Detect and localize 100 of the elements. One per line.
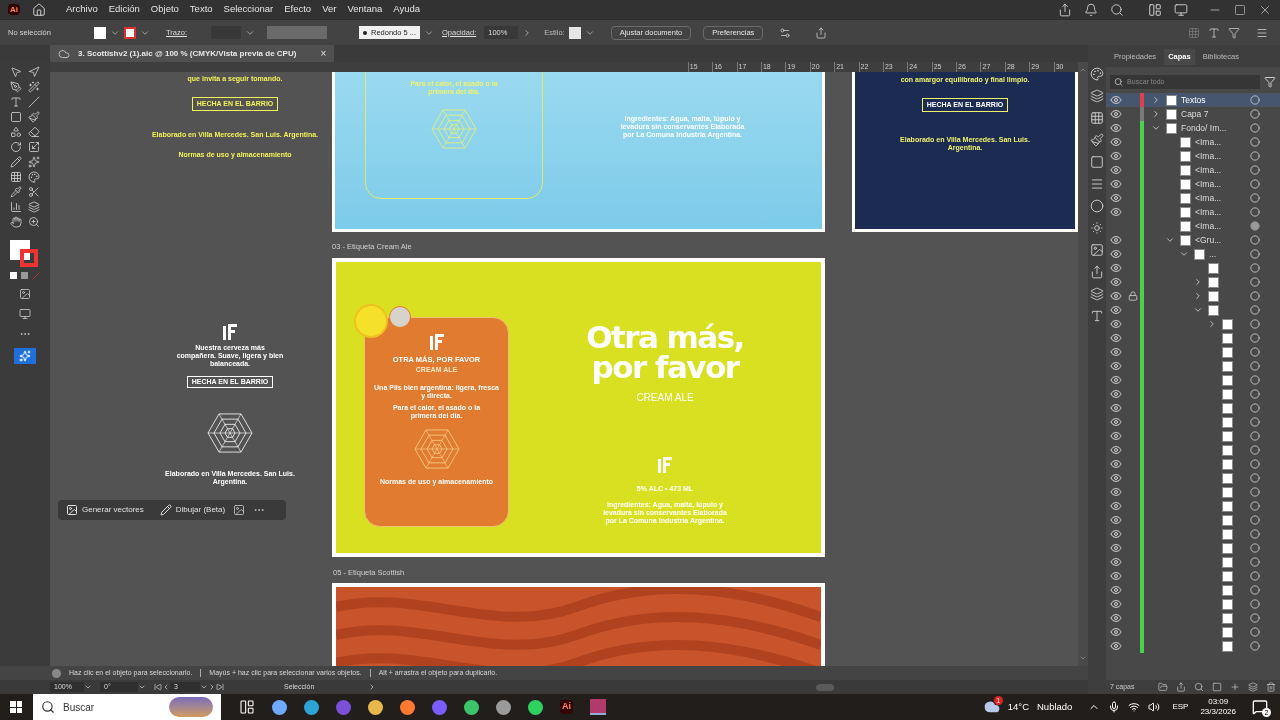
target-circle-icon[interactable] [1250,389,1260,399]
eye-icon[interactable] [1110,248,1122,260]
illustrator-taskbar-icon[interactable]: Ai [560,700,573,714]
layer-row[interactable]: <Ima... [1106,163,1280,177]
layer-row[interactable]: <Ima... [1106,205,1280,219]
layer-row[interactable]: Fondo/ Im... [1106,121,1280,135]
target-circle-icon[interactable] [1250,179,1260,189]
tool-icon[interactable] [10,96,22,108]
eye-icon[interactable] [1110,360,1122,372]
target-circle-icon[interactable] [1250,319,1260,329]
tool-icon[interactable] [10,81,22,93]
layer-name[interactable]: Capa 7 [1181,107,1209,121]
caret-icon[interactable] [1151,123,1161,133]
eye-icon[interactable] [1110,500,1122,512]
task-view-icon[interactable] [239,699,255,715]
panel-action-icon[interactable] [1266,682,1276,692]
panel-icon[interactable] [1090,199,1104,213]
app-logo[interactable]: Ai [8,4,20,15]
taskbar-search-box[interactable]: Buscar [33,694,221,720]
tool-icon[interactable] [28,201,40,213]
target-circle-icon[interactable] [1250,207,1260,217]
panel-action-icon[interactable] [1248,682,1258,692]
caret-icon[interactable] [1193,277,1203,287]
layer-name[interactable]: <Gru... [1195,233,1222,247]
menu-item[interactable]: Efecto [284,2,312,17]
eye-icon[interactable] [1110,472,1122,484]
tool-icon[interactable] [10,216,22,228]
volume-icon[interactable] [1148,701,1161,713]
draw-mode-icon[interactable] [19,288,31,300]
eye-icon[interactable] [1110,430,1122,442]
tool-icon[interactable] [10,186,22,198]
panel-icon[interactable] [1090,243,1104,257]
eye-icon[interactable] [1110,570,1122,582]
target-circle-icon[interactable] [1250,123,1260,133]
caret-icon[interactable] [138,683,146,691]
horizontal-scrollbar[interactable] [816,683,834,691]
menu-item[interactable]: Ayuda [393,2,421,17]
fill-swatch[interactable] [94,26,106,39]
temperature[interactable]: 14°C [1007,699,1029,715]
eye-icon[interactable] [1110,542,1122,554]
lock-icon[interactable] [1128,291,1138,301]
target-circle-icon[interactable] [1250,613,1260,623]
caret-icon[interactable] [200,683,208,691]
eye-icon[interactable] [1110,192,1122,204]
target-circle-icon[interactable] [1250,599,1260,609]
caret-icon[interactable] [1165,235,1175,245]
tool-icon[interactable] [28,171,40,183]
layer-row[interactable]: Textos [1106,93,1280,107]
target-circle-icon[interactable] [1250,571,1260,581]
caret-icon[interactable] [1207,319,1217,329]
align-icon[interactable] [779,26,792,39]
draw-button[interactable]: Dibujar (Beta) [159,504,226,516]
panel-action-icon[interactable] [1230,682,1240,692]
eye-icon[interactable] [1110,556,1122,568]
network-icon[interactable] [1128,701,1141,713]
tool-icon[interactable] [28,111,40,123]
target-circle-icon[interactable] [1250,291,1260,301]
layer-name[interactable]: Fondo/ Im... [1181,121,1227,135]
menu-item[interactable]: Texto [189,2,213,17]
layer-row[interactable]: <Ima... [1106,135,1280,149]
layer-name[interactable]: <Ima... [1195,191,1222,205]
eye-icon[interactable] [1110,122,1122,134]
target-circle-icon[interactable] [1250,473,1260,483]
eye-icon[interactable] [1110,136,1122,148]
screen-mode-icon[interactable] [1174,2,1188,17]
caret-icon[interactable] [1193,291,1203,301]
eye-icon[interactable] [1110,388,1122,400]
panel-action-icon[interactable] [1176,682,1186,692]
panel-icon[interactable] [1090,265,1104,279]
target-circle-icon[interactable] [1250,165,1260,175]
layer-name[interactable]: <Ima... [1195,219,1222,233]
panel-action-icon[interactable] [1212,682,1222,692]
tool-icon[interactable] [28,216,40,228]
target-circle-icon[interactable] [1250,585,1260,595]
workspace-icon[interactable] [1148,2,1162,17]
eye-icon[interactable] [1110,94,1122,106]
clock[interactable]: 03:09 23/3/2026 [1200,697,1236,717]
target-circle-icon[interactable] [1250,403,1260,413]
target-circle-icon[interactable] [1250,445,1260,455]
caret-icon[interactable] [1193,305,1203,315]
image-icon[interactable] [233,504,246,516]
filter-icon[interactable] [1264,76,1276,88]
target-circle-icon[interactable] [1250,641,1260,651]
bell-icon[interactable] [1084,2,1098,17]
generate-vectors-button[interactable]: Generar vectores [66,504,144,516]
eye-icon[interactable] [1110,346,1122,358]
panel-icon[interactable] [1090,221,1104,235]
first-artboard-icon[interactable] [154,683,162,691]
eye-icon[interactable] [1110,416,1122,428]
eye-icon[interactable] [1110,584,1122,596]
layer-row[interactable]: <Gru... [1106,233,1280,247]
target-circle-icon[interactable] [1250,249,1260,259]
tool-icon[interactable] [28,81,40,93]
document-tab[interactable]: 3. Scottishv2 (1).aic @ 100 % (CMYK/Vista previa de CPU) × [50,45,335,62]
export-icon[interactable] [815,26,828,39]
panel-icon[interactable] [1090,111,1104,125]
eye-icon[interactable] [1110,598,1122,610]
target-circle-icon[interactable] [1250,501,1260,511]
tool-icon[interactable] [10,111,22,123]
target-circle-icon[interactable] [1250,347,1260,357]
